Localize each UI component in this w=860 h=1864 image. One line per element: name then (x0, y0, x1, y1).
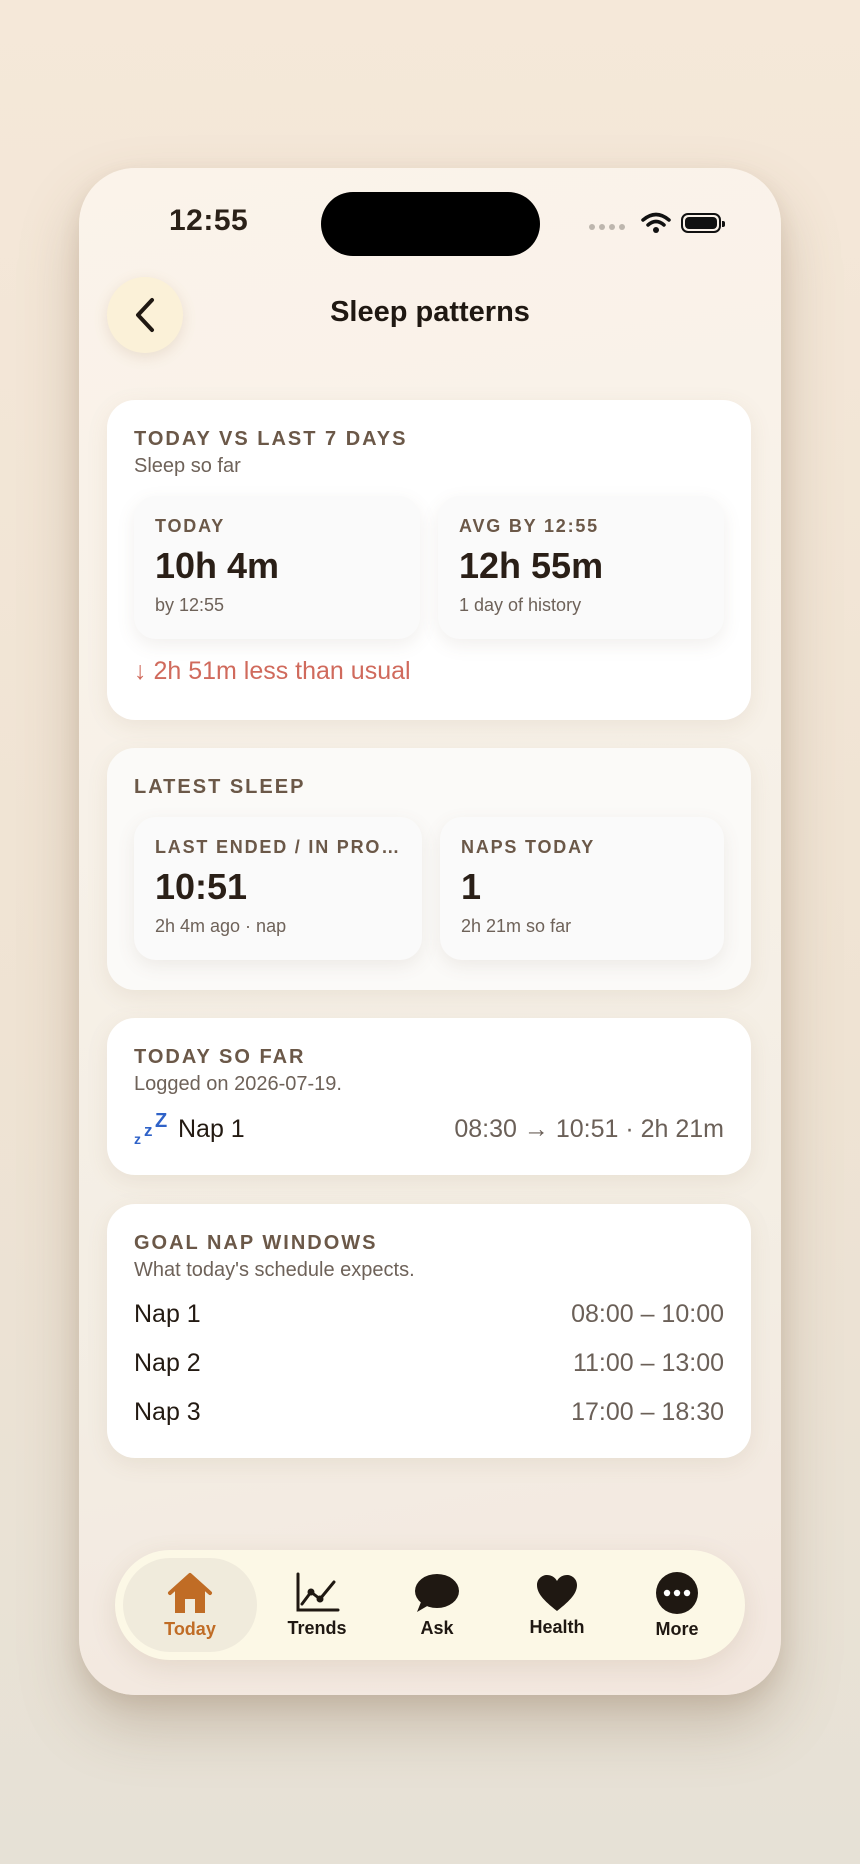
status-time: 12:55 (169, 204, 249, 237)
average-label: AVG BY 12:55 (459, 516, 599, 536)
tab-ask-label: Ask (420, 1617, 454, 1638)
today-so-far-card: TODAY SO FAR Logged on 2026-07-19. z z Z… (107, 1018, 751, 1175)
today-so-far-subtitle: Logged on 2026-07-19. (134, 1073, 342, 1095)
line-chart-icon (296, 1572, 340, 1611)
nap-entry-row[interactable]: z z Z Nap 1 08:30 → 10:51 · 2h 21m (134, 1112, 724, 1146)
comparison-title: TODAY VS LAST 7 DAYS (134, 428, 408, 450)
svg-text:z: z (144, 1121, 153, 1140)
goal-window-row: Nap 2 11:00 – 13:00 (134, 1349, 724, 1378)
tab-trends[interactable]: Trends (257, 1558, 377, 1652)
goal-windows-subtitle: What today's schedule expects. (134, 1259, 415, 1281)
naps-today-label: NAPS TODAY (461, 837, 596, 857)
today-value: 10h 4m (155, 545, 280, 586)
goal-window-row: Nap 1 08:00 – 10:00 (134, 1300, 724, 1329)
last-ended-tile: LAST ENDED / IN PRO… 10:51 2h 4m ago · n… (134, 817, 423, 960)
last-ended-label: LAST ENDED / IN PRO… (155, 837, 402, 857)
goal-windows-title: GOAL NAP WINDOWS (134, 1232, 378, 1254)
tab-more[interactable]: More (617, 1558, 737, 1652)
tab-bar: Today Trends Ask Health More (115, 1550, 745, 1660)
speech-bubble-icon (415, 1573, 459, 1612)
today-tile: TODAY 10h 4m by 12:55 (134, 496, 420, 639)
naps-today-note: 2h 21m so far (461, 916, 572, 936)
heart-icon (537, 1574, 577, 1611)
nap-entry-name: Nap 1 (178, 1114, 245, 1143)
tab-health-label: Health (529, 1616, 585, 1637)
svg-text:Z: Z (155, 1112, 167, 1132)
today-note: by 12:55 (155, 595, 225, 615)
last-ended-note: 2h 4m ago · nap (155, 916, 287, 936)
tab-health[interactable]: Health (497, 1558, 617, 1652)
goal-window-row: Nap 3 17:00 – 18:30 (134, 1398, 724, 1427)
tab-ask[interactable]: Ask (377, 1558, 497, 1652)
average-tile: AVG BY 12:55 12h 55m 1 day of history (438, 496, 724, 639)
today-label: TODAY (155, 516, 226, 536)
house-icon (168, 1572, 212, 1613)
naps-today-tile: NAPS TODAY 1 2h 21m so far (440, 817, 724, 960)
delta-text: ↓ 2h 51m less than usual (134, 657, 411, 685)
average-note: 1 day of history (459, 595, 582, 615)
naps-today-value: 1 (461, 866, 482, 907)
goal-window-name: Nap 1 (134, 1300, 201, 1328)
comparison-subtitle: Sleep so far (134, 455, 241, 477)
ellipsis-circle-icon (656, 1571, 698, 1614)
goal-nap-windows-card: GOAL NAP WINDOWS What today's schedule e… (107, 1204, 751, 1458)
tab-today-label: Today (164, 1618, 216, 1639)
tab-more-label: More (655, 1618, 699, 1639)
goal-window-time: 17:00 – 18:30 (571, 1398, 724, 1426)
comparison-card: TODAY VS LAST 7 DAYS Sleep so far TODAY … (107, 400, 751, 720)
battery-icon (681, 213, 725, 233)
goal-window-time: 08:00 – 10:00 (571, 1300, 724, 1328)
page-title: Sleep patterns (330, 296, 530, 328)
latest-sleep-title: LATEST SLEEP (134, 776, 306, 798)
status-icons (589, 212, 725, 234)
goal-window-time: 11:00 – 13:00 (572, 1349, 724, 1377)
latest-sleep-card: LATEST SLEEP LAST ENDED / IN PRO… 10:51 … (107, 748, 751, 990)
today-so-far-title: TODAY SO FAR (134, 1046, 306, 1068)
dynamic-island (321, 192, 540, 256)
zzz-icon: z z Z (134, 1112, 167, 1146)
phone-screen: 12:55 Sleep patterns TODAY VS LAST 7 DAY… (79, 168, 781, 1695)
cellular-signal-icon (589, 224, 625, 230)
goal-window-name: Nap 3 (134, 1398, 201, 1426)
nap-entry-detail: 08:30 → 10:51 · 2h 21m (454, 1114, 724, 1143)
tab-trends-label: Trends (287, 1617, 347, 1638)
last-ended-value: 10:51 (155, 866, 248, 907)
svg-text:z: z (134, 1131, 141, 1146)
wifi-icon (641, 212, 671, 233)
goal-window-name: Nap 2 (134, 1349, 201, 1377)
average-value: 12h 55m (459, 545, 604, 586)
tab-today[interactable]: Today (123, 1558, 257, 1652)
